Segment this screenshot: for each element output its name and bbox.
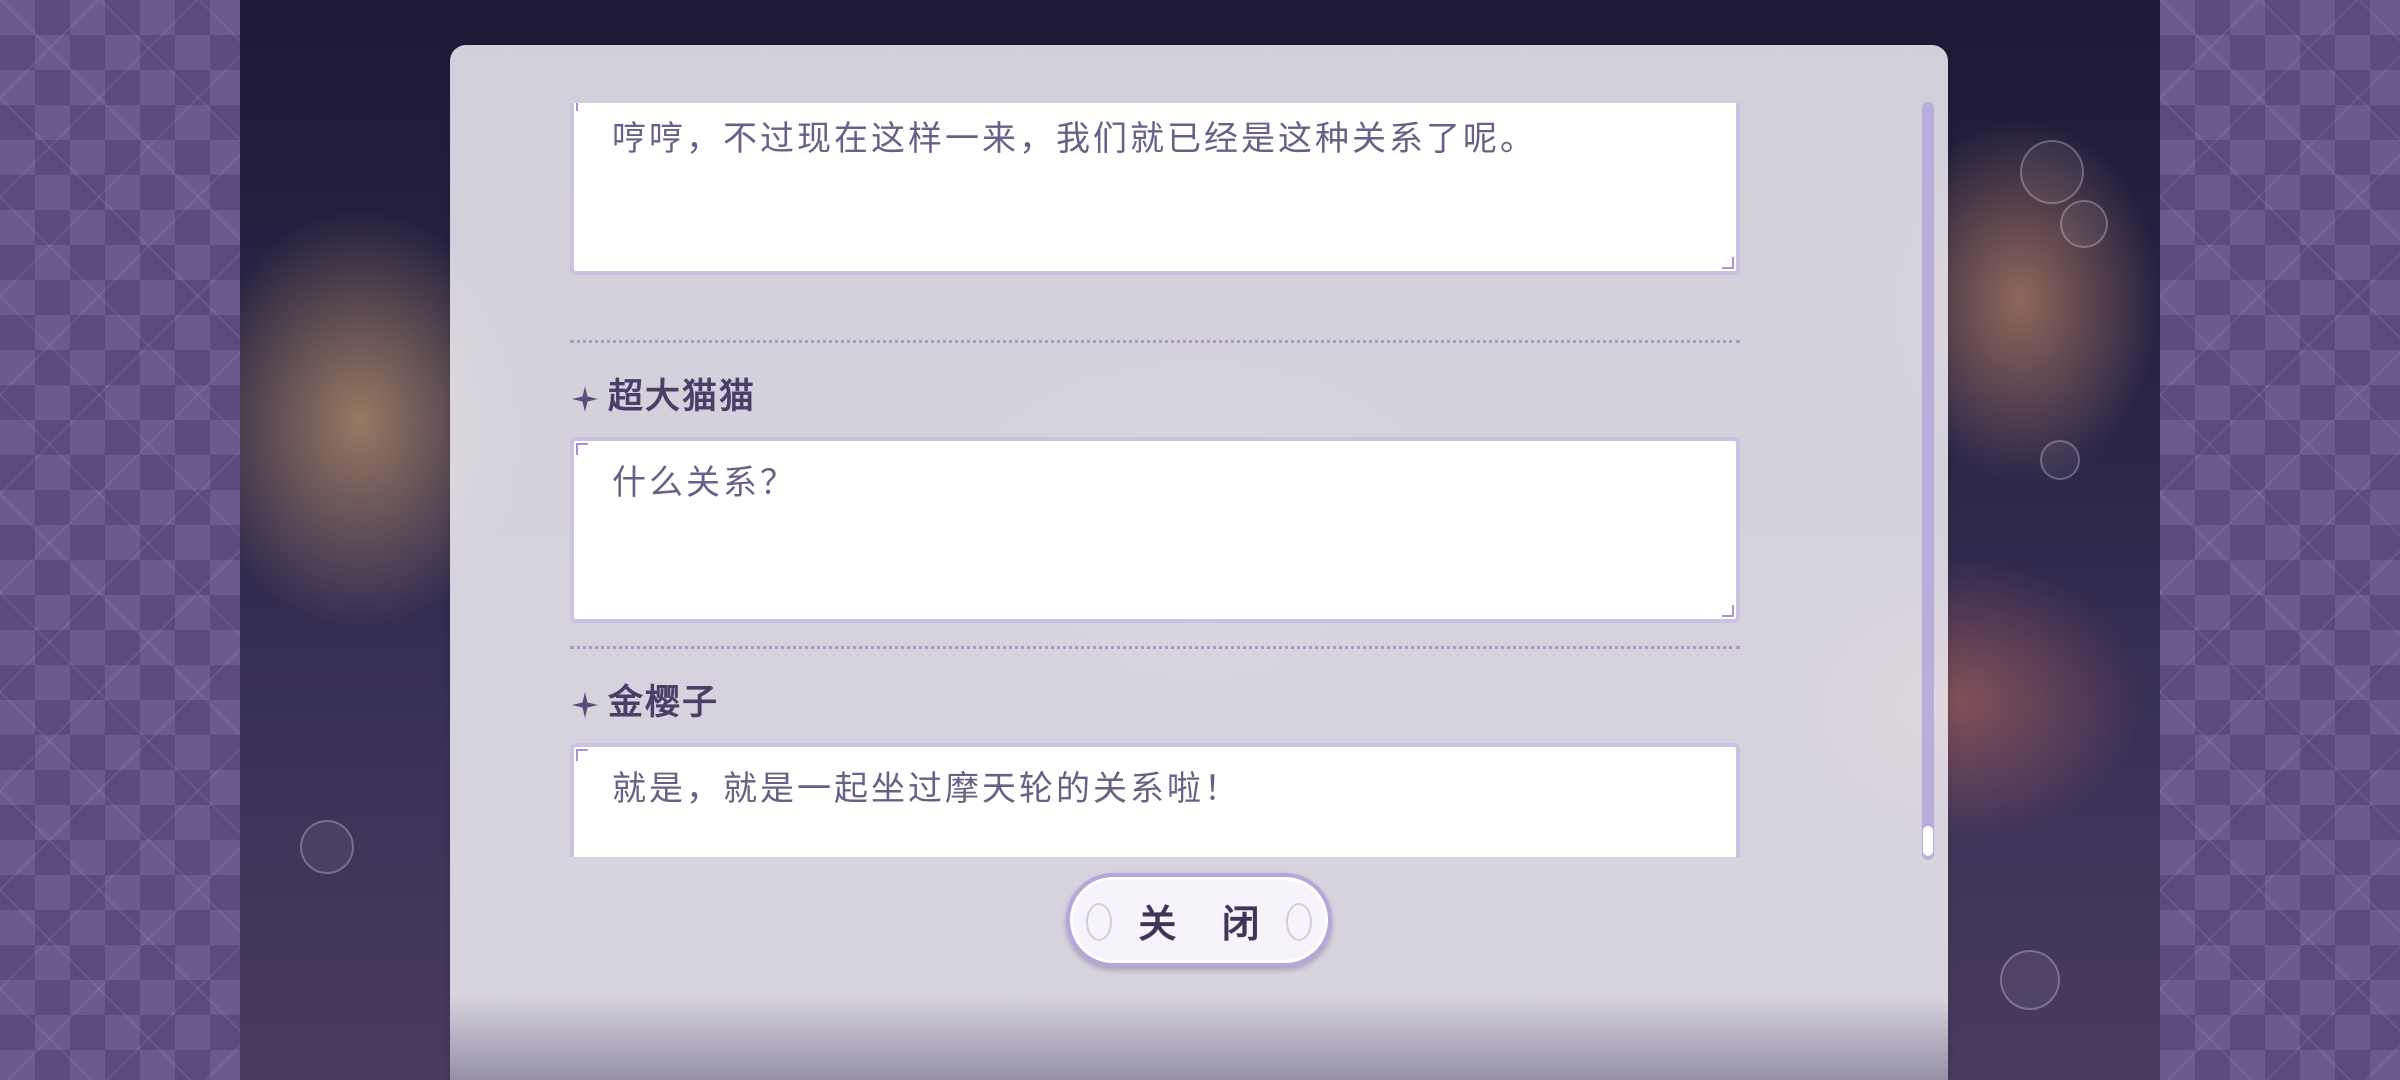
speaker-label: 超大猫猫	[570, 368, 756, 418]
close-button[interactable]: 关 闭	[1066, 873, 1332, 967]
speaker-label: 金樱子	[570, 674, 719, 724]
ornament-icon	[1086, 903, 1112, 941]
panel-bottom-fade	[450, 995, 1948, 1080]
speaker-name: 金樱子	[608, 682, 720, 723]
speech-text: 就是，就是一起坐过摩天轮的关系啦！	[612, 769, 1241, 809]
speech-text: 什么关系？	[612, 463, 797, 503]
sparkle-star-icon	[570, 690, 600, 720]
bubble-decoration	[300, 820, 354, 874]
speech-box: 就是，就是一起坐过摩天轮的关系啦！	[570, 743, 1740, 857]
entry-divider	[570, 646, 1740, 649]
speech-box: 哼哼，不过现在这样一来，我们就已经是这种关系了呢。	[570, 103, 1740, 275]
right-argyle-panel	[2160, 0, 2400, 1080]
scrollbar[interactable]	[1922, 102, 1934, 860]
speech-box: 什么关系？	[570, 437, 1740, 623]
bubble-decoration	[2000, 950, 2060, 1010]
scrollbar-thumb[interactable]	[1923, 826, 1933, 856]
dialog-log-scroll-area[interactable]: 哼哼，不过现在这样一来，我们就已经是这种关系了呢。 超大猫猫 什么关系？ 金樱子…	[570, 103, 1740, 857]
bubble-decoration	[2060, 200, 2108, 248]
bubble-decoration	[2040, 440, 2080, 480]
close-button-label: 关 闭	[1138, 900, 1276, 946]
bubble-decoration	[2020, 140, 2084, 204]
ornament-icon	[1286, 903, 1312, 941]
sparkle-star-icon	[570, 384, 600, 414]
dialog-log-panel: 哼哼，不过现在这样一来，我们就已经是这种关系了呢。 超大猫猫 什么关系？ 金樱子…	[450, 45, 1948, 1080]
entry-divider	[570, 340, 1740, 343]
speech-text: 哼哼，不过现在这样一来，我们就已经是这种关系了呢。	[612, 119, 1537, 159]
speaker-name: 超大猫猫	[608, 376, 757, 417]
left-argyle-panel	[0, 0, 240, 1080]
